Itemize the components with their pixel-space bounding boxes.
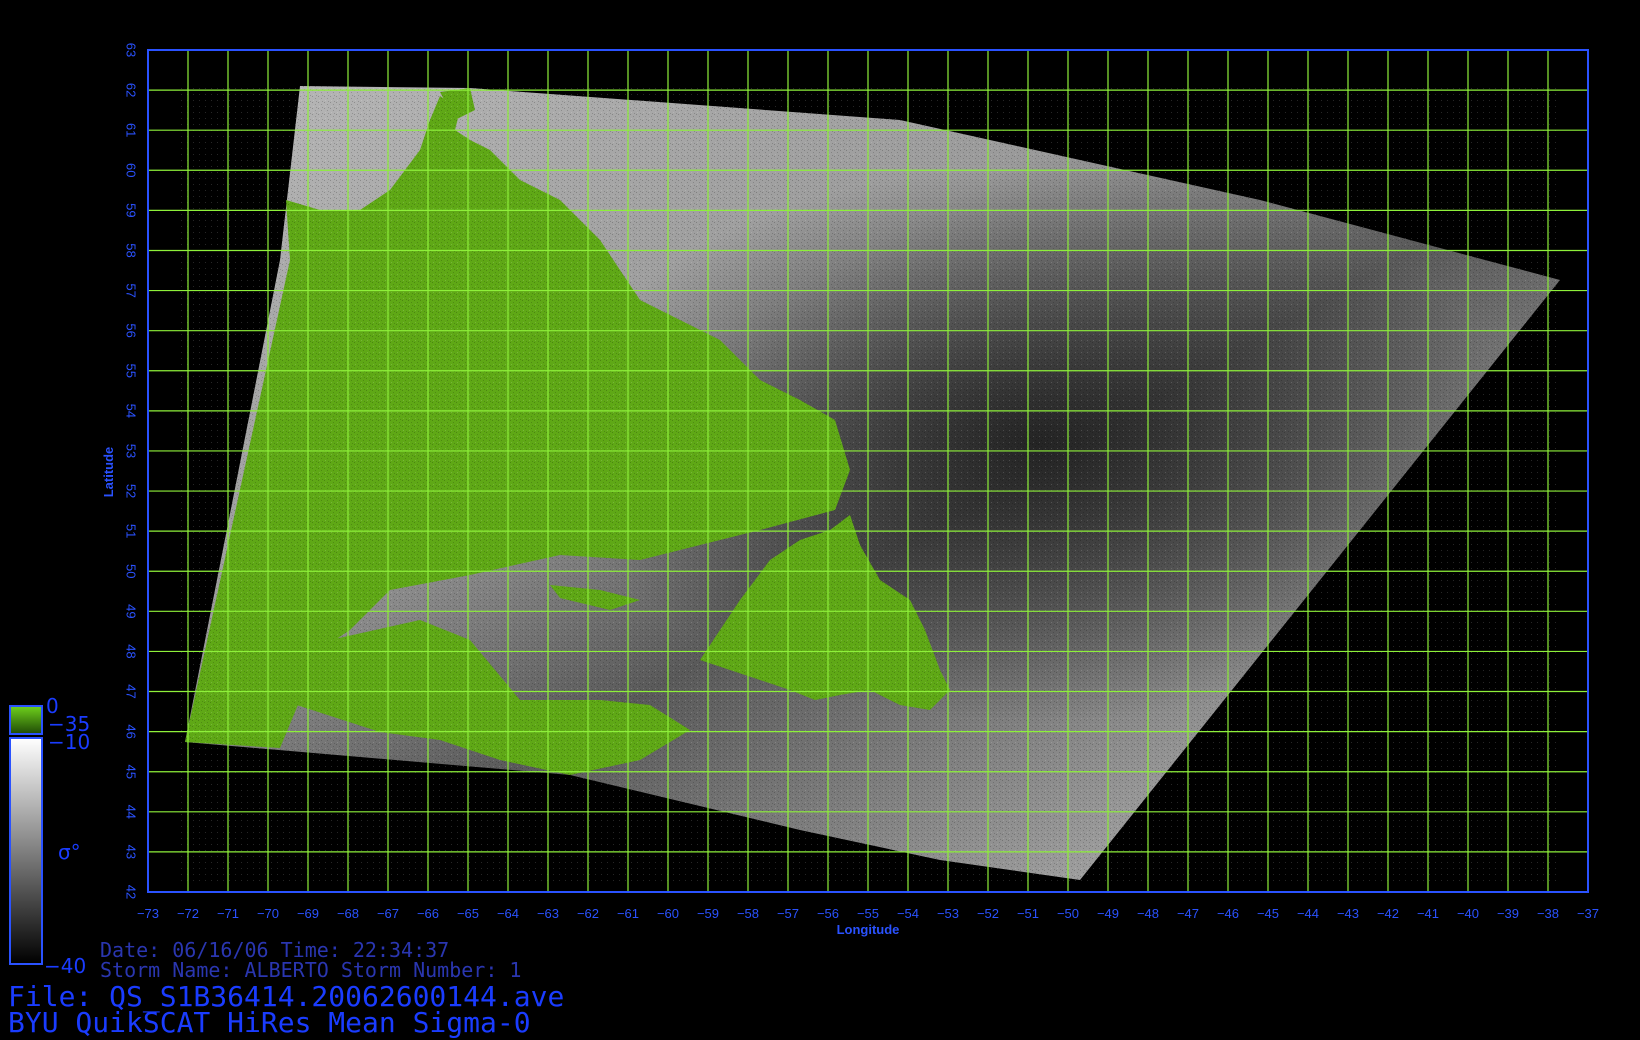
lon-tick-label: −56 — [817, 906, 839, 921]
lat-tick-label: 62 — [124, 83, 139, 97]
colorbar-sea-min: −40 — [44, 954, 87, 978]
lon-tick-label: −48 — [1137, 906, 1159, 921]
lon-tick-label: −44 — [1297, 906, 1319, 921]
lon-tick-label: −45 — [1257, 906, 1279, 921]
colorbar-land — [9, 705, 43, 735]
lon-tick-label: −43 — [1337, 906, 1359, 921]
lon-tick-label: −39 — [1497, 906, 1519, 921]
lat-tick-label: 47 — [124, 684, 139, 698]
colorbar-sea — [9, 737, 43, 965]
texture-overlay — [180, 86, 1560, 886]
x-axis-label: Longitude — [837, 922, 900, 937]
lat-tick-label: 50 — [124, 564, 139, 578]
lon-tick-label: −50 — [1057, 906, 1079, 921]
lon-tick-label: −72 — [177, 906, 199, 921]
lat-tick-label: 55 — [124, 364, 139, 378]
lon-tick-label: −41 — [1417, 906, 1439, 921]
lon-tick-label: −67 — [377, 906, 399, 921]
lat-tick-label: 45 — [124, 764, 139, 778]
lon-tick-label: −54 — [897, 906, 919, 921]
lon-tick-label: −69 — [297, 906, 319, 921]
colorbar-sea-max: −10 — [48, 730, 91, 754]
lon-tick-label: −57 — [777, 906, 799, 921]
lon-tick-label: −61 — [617, 906, 639, 921]
lon-tick-label: −73 — [137, 906, 159, 921]
storm-info-line: Storm Name: ALBERTO Storm Number: 1 — [100, 958, 522, 982]
lon-tick-label: −65 — [457, 906, 479, 921]
lon-tick-label: −68 — [337, 906, 359, 921]
lat-tick-label: 51 — [124, 524, 139, 538]
lat-tick-label: 53 — [124, 444, 139, 458]
lat-tick-label: 60 — [124, 163, 139, 177]
y-axis-label: Latitude — [101, 447, 116, 498]
lat-tick-label: 56 — [124, 323, 139, 337]
lon-tick-label: −70 — [257, 906, 279, 921]
lon-tick-label: −52 — [977, 906, 999, 921]
lat-tick-label: 61 — [124, 123, 139, 137]
lon-tick-label: −64 — [497, 906, 519, 921]
lon-tick-label: −59 — [697, 906, 719, 921]
lat-tick-label: 59 — [124, 203, 139, 217]
lat-tick-label: 63 — [124, 43, 139, 57]
lon-tick-label: −46 — [1217, 906, 1239, 921]
lon-tick-label: −60 — [657, 906, 679, 921]
lon-tick-label: −63 — [537, 906, 559, 921]
lon-tick-label: −40 — [1457, 906, 1479, 921]
lon-tick-label: −38 — [1537, 906, 1559, 921]
lon-tick-label: −42 — [1377, 906, 1399, 921]
lat-tick-label: 54 — [124, 404, 139, 418]
lat-tick-label: 49 — [124, 604, 139, 618]
lon-tick-label: −53 — [937, 906, 959, 921]
lat-tick-label: 52 — [124, 484, 139, 498]
lon-tick-label: −58 — [737, 906, 759, 921]
lat-tick-label: 57 — [124, 283, 139, 297]
lon-tick-label: −37 — [1577, 906, 1599, 921]
map-canvas: −73 −72 −71 −70 −69 −68 −67 −66 −65 −64 −63 −62 −61 −… — [9, 43, 1599, 965]
lon-tick-label: −66 — [417, 906, 439, 921]
colorbar-symbol: σ° — [58, 840, 81, 864]
lon-tick-label: −49 — [1097, 906, 1119, 921]
product-title: BYU QuikSCAT HiRes Mean Sigma-0 — [8, 1006, 531, 1039]
lon-tick-label: −47 — [1177, 906, 1199, 921]
lat-tick-label: 42 — [124, 885, 139, 899]
lon-tick-label: −55 — [857, 906, 879, 921]
map-figure: −73 −72 −71 −70 −69 −68 −67 −66 −65 −64 −63 −62 −61 −… — [0, 0, 1640, 1040]
lat-tick-label: 43 — [124, 845, 139, 859]
lat-tick-label: 58 — [124, 243, 139, 257]
lon-tick-label: −71 — [217, 906, 239, 921]
lat-tick-label: 48 — [124, 644, 139, 658]
colorbar — [9, 705, 43, 965]
lon-tick-label: −62 — [577, 906, 599, 921]
lat-tick-label: 46 — [124, 724, 139, 738]
lat-tick-label: 44 — [124, 805, 139, 819]
lon-tick-label: −51 — [1017, 906, 1039, 921]
